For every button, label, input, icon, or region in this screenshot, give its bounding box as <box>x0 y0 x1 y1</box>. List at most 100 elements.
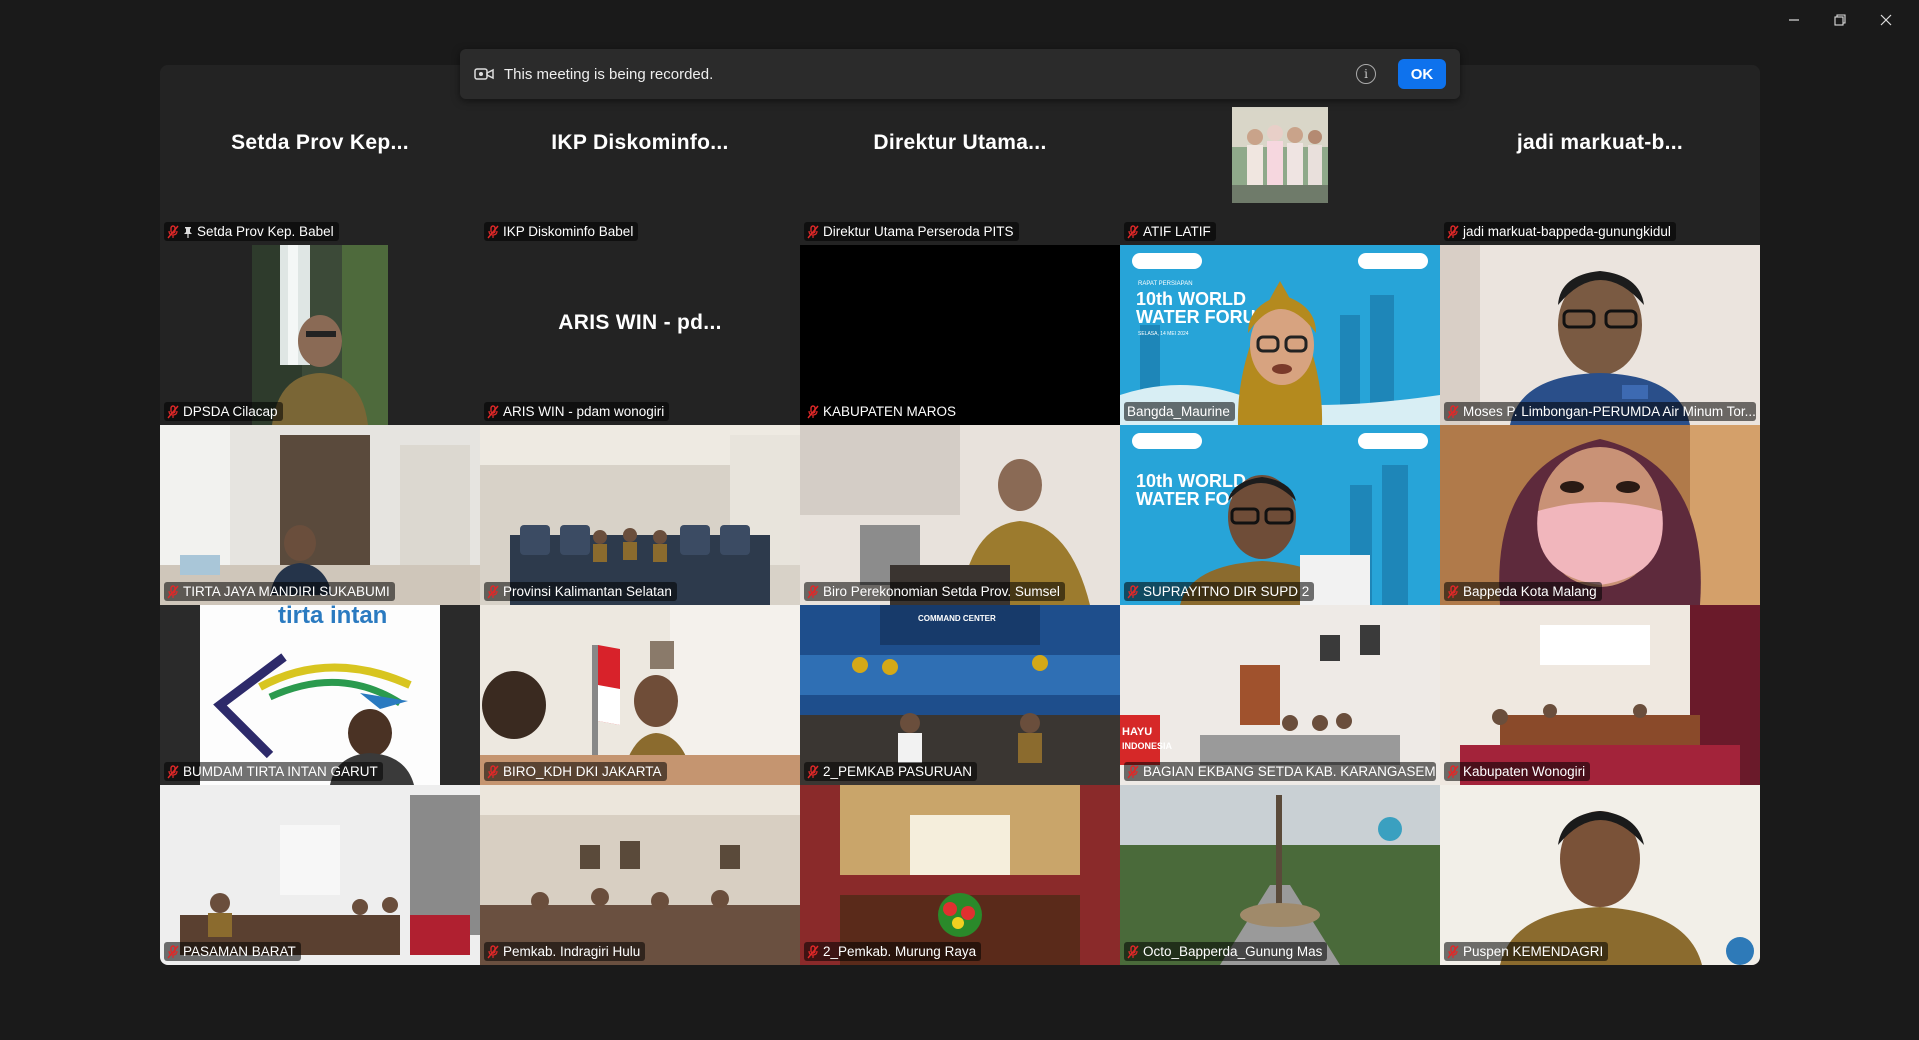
participant-name-label: Kabupaten Wonogiri <box>1444 762 1591 781</box>
info-icon[interactable]: i <box>1356 64 1376 84</box>
video-overlay-text: tirta intan <box>278 605 387 629</box>
participant-name: SUPRAYITNO DIR SUPD 2 <box>1143 584 1310 599</box>
participant-tile[interactable]: Bappeda Kota Malang <box>1440 425 1760 605</box>
participant-tile-active-speaker[interactable]: RAPAT PERSIAPAN 10th WORLD WATER FORUM S… <box>1120 245 1440 425</box>
participant-name: Bappeda Kota Malang <box>1463 584 1597 599</box>
participant-tile[interactable]: Octo_Bapperda_Gunung Mas <box>1120 785 1440 965</box>
participant-name: Puspen KEMENDAGRI <box>1463 944 1604 959</box>
close-button[interactable] <box>1863 8 1909 32</box>
video-feed <box>1440 605 1760 785</box>
participant-tile[interactable]: Provinsi Kalimantan Selatan <box>480 425 800 605</box>
video-overlay-text: SELASA, 14 MEI 2024 <box>1138 331 1189 337</box>
video-overlay-text: 10th WORLD <box>1136 289 1246 309</box>
participant-name: ATIF LATIF <box>1143 224 1211 239</box>
participant-name-label: Biro Perekonomian Setda Prov. Sumsel <box>804 582 1065 601</box>
participant-name-label: Provinsi Kalimantan Selatan <box>484 582 677 601</box>
mic-muted-icon <box>487 944 499 958</box>
video-feed <box>480 605 800 785</box>
participant-tile[interactable]: BIRO_KDH DKI JAKARTA <box>480 605 800 785</box>
video-feed: HAYU INDONESIA <box>1120 605 1440 785</box>
video-feed: RAPAT PERSIAPAN 10th WORLD WATER FORUM S… <box>1120 245 1440 425</box>
video-overlay-text: HAYU <box>1122 726 1152 738</box>
participant-name-label: IKP Diskominfo Babel <box>484 222 639 241</box>
participant-tile[interactable]: PASAMAN BARAT <box>160 785 480 965</box>
video-feed <box>800 785 1120 965</box>
video-feed <box>252 245 388 425</box>
participant-name-label: 2_PEMKAB PASURUAN <box>804 762 978 781</box>
participant-name-label: BIRO_KDH DKI JAKARTA <box>484 762 667 781</box>
participant-tile[interactable]: Kabupaten Wonogiri <box>1440 605 1760 785</box>
participant-name: Direktur Utama Perseroda PITS <box>823 224 1014 239</box>
minimize-button[interactable] <box>1771 8 1817 32</box>
participant-display-name: Setda Prov Kep... <box>231 131 409 154</box>
recording-message: This meeting is being recorded. <box>504 65 714 83</box>
participant-name: PASAMAN BARAT <box>183 944 296 959</box>
participant-name: 2_PEMKAB PASURUAN <box>823 764 973 779</box>
participant-name-label: PASAMAN BARAT <box>164 942 301 961</box>
participant-tile[interactable]: jadi markuat-b... jadi markuat-bappeda-g… <box>1440 65 1760 245</box>
participant-name: KABUPATEN MAROS <box>823 404 957 419</box>
mic-muted-icon <box>1127 224 1139 238</box>
mic-muted-icon <box>1447 944 1459 958</box>
mic-muted-icon <box>167 764 179 778</box>
participant-name-label: Direktur Utama Perseroda PITS <box>804 222 1019 241</box>
restore-icon <box>1834 14 1846 26</box>
participant-name: jadi markuat-bappeda-gunungkidul <box>1463 224 1671 239</box>
participant-tile[interactable]: Puspen KEMENDAGRI <box>1440 785 1760 965</box>
participant-tile[interactable]: KABUPATEN MAROS <box>800 245 1120 425</box>
participant-name: BIRO_KDH DKI JAKARTA <box>503 764 662 779</box>
participant-name: Biro Perekonomian Setda Prov. Sumsel <box>823 584 1060 599</box>
mic-muted-icon <box>1127 584 1139 598</box>
participant-name-label: ARIS WIN - pdam wonogiri <box>484 402 670 421</box>
participant-display-name: jadi markuat-b... <box>1516 131 1684 154</box>
participant-tile[interactable]: Moses P. Limbongan-PERUMDA Air Minum Tor… <box>1440 245 1760 425</box>
participant-tile[interactable]: ARIS WIN - pd... ARIS WIN - pdam wonogir… <box>480 245 800 425</box>
participant-name-label: Bappeda Kota Malang <box>1444 582 1602 601</box>
participant-tile[interactable]: Biro Perekonomian Setda Prov. Sumsel <box>800 425 1120 605</box>
participant-name-label: Octo_Bapperda_Gunung Mas <box>1124 942 1328 961</box>
mic-muted-icon <box>167 404 179 418</box>
mic-muted-icon <box>487 764 499 778</box>
participant-name-label: Puspen KEMENDAGRI <box>1444 942 1609 961</box>
participant-tile[interactable]: COMMAND CENTER 2_PEMKAB PASURUAN <box>800 605 1120 785</box>
mic-muted-icon <box>487 404 499 418</box>
participant-tile[interactable]: TIRTA JAYA MANDIRI SUKABUMI <box>160 425 480 605</box>
participant-name-label: 2_Pemkab. Murung Raya <box>804 942 982 961</box>
window-controls <box>1771 8 1909 32</box>
mic-muted-icon <box>807 944 819 958</box>
participant-tile[interactable]: DPSDA Cilacap <box>160 245 480 425</box>
restore-button[interactable] <box>1817 8 1863 32</box>
participant-tile[interactable]: 10th WORLD WATER FOR SUPRAYITNO DIR SUPD… <box>1120 425 1440 605</box>
participant-tile[interactable]: HAYU INDONESIA BAGIAN EKBANG SETDA KAB. … <box>1120 605 1440 785</box>
participant-tile[interactable]: Setda Prov Kep... Setda Prov Kep. Babel <box>160 65 480 245</box>
participant-name-label: Pemkab. Indragiri Hulu <box>484 942 646 961</box>
video-feed <box>1440 245 1760 425</box>
participant-name-label: BUMDAM TIRTA INTAN GARUT <box>164 762 383 781</box>
participant-tile[interactable]: 2_Pemkab. Murung Raya <box>800 785 1120 965</box>
participant-name: Bangda_Maurine <box>1127 404 1230 419</box>
participant-name: DPSDA Cilacap <box>183 404 278 419</box>
participant-name-label: KABUPATEN MAROS <box>804 402 962 421</box>
video-feed <box>480 785 800 965</box>
video-feed <box>160 785 480 965</box>
mic-muted-icon <box>1447 404 1459 418</box>
participant-tile[interactable]: Pemkab. Indragiri Hulu <box>480 785 800 965</box>
participant-tile[interactable]: tirta intan BUMDAM TIRTA INTAN GARUT <box>160 605 480 785</box>
participant-name: BUMDAM TIRTA INTAN GARUT <box>183 764 378 779</box>
video-overlay-text: INDONESIA <box>1122 741 1173 751</box>
video-overlay-text: WATER FOR <box>1136 489 1243 509</box>
mic-muted-icon <box>1447 224 1459 238</box>
video-feed <box>800 425 1120 605</box>
mic-muted-icon <box>1127 764 1139 778</box>
video-feed <box>1120 785 1440 965</box>
mic-muted-icon <box>1447 584 1459 598</box>
participant-name: ARIS WIN - pdam wonogiri <box>503 404 665 419</box>
video-feed: COMMAND CENTER <box>800 605 1120 785</box>
video-feed: tirta intan <box>160 605 480 785</box>
ok-button[interactable]: OK <box>1398 59 1446 89</box>
video-feed <box>1440 425 1760 605</box>
participant-name: Provinsi Kalimantan Selatan <box>503 584 672 599</box>
pin-icon <box>184 226 192 238</box>
video-overlay-text: RAPAT PERSIAPAN <box>1138 281 1193 287</box>
participant-name-label: Bangda_Maurine <box>1124 402 1235 421</box>
